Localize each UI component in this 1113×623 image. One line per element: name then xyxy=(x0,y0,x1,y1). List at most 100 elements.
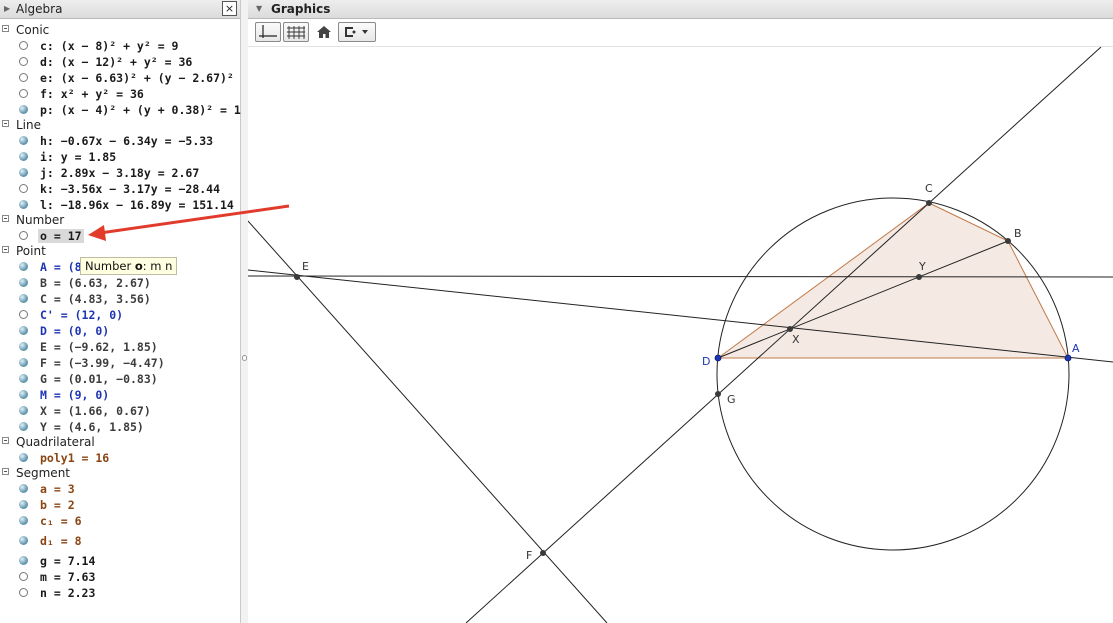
object-definition[interactable]: c₁ = 6 xyxy=(40,514,82,528)
object-definition[interactable]: E = (−9.62, 1.85) xyxy=(40,340,158,354)
object-definition[interactable]: p: (x − 4)² + (y + 0.38)² = 16.14 xyxy=(40,103,268,117)
object-definition[interactable]: G = (0.01, −0.83) xyxy=(40,372,158,386)
object-definition[interactable]: F = (−3.99, −4.47) xyxy=(40,356,165,370)
conic-item-e[interactable]: e: (x − 6.63)² + (y − 2.67)² = 4 xyxy=(0,70,262,86)
visibility-toggle-icon[interactable] xyxy=(19,168,28,177)
point-C[interactable] xyxy=(926,200,932,206)
graphics-view[interactable]: A B C D E F G X Y ▼ Graphics xyxy=(248,0,1113,623)
segment-item-g[interactable]: g = 7.14 xyxy=(0,553,240,569)
point-A[interactable] xyxy=(1064,354,1072,362)
visibility-toggle-icon[interactable] xyxy=(19,484,28,493)
point-item-E[interactable]: E = (−9.62, 1.85) xyxy=(0,339,240,355)
visibility-toggle-icon[interactable] xyxy=(19,41,28,50)
object-definition[interactable]: l: −18.96x − 16.89y = 151.14 xyxy=(40,198,234,212)
segment-item-b[interactable]: b = 2 xyxy=(0,497,240,513)
number-item-o[interactable]: o = 17 xyxy=(0,228,240,244)
conic-item-d[interactable]: d: (x − 12)² + y² = 36 xyxy=(0,54,240,70)
object-definition[interactable]: C = (4.83, 3.56) xyxy=(40,292,151,306)
visibility-toggle-icon[interactable] xyxy=(19,152,28,161)
collapse-minus-icon[interactable] xyxy=(2,25,9,32)
line-l[interactable] xyxy=(248,220,608,623)
collapse-minus-icon[interactable] xyxy=(2,246,9,253)
object-definition[interactable]: poly1 = 16 xyxy=(40,451,109,465)
visibility-toggle-icon[interactable] xyxy=(19,184,28,193)
object-definition[interactable]: D = (0, 0) xyxy=(40,324,109,338)
visibility-toggle-icon[interactable] xyxy=(19,105,28,114)
point-item-G[interactable]: G = (0.01, −0.83) xyxy=(0,371,240,387)
visibility-toggle-icon[interactable] xyxy=(19,57,28,66)
object-definition[interactable]: h: −0.67x − 6.34y = −5.33 xyxy=(40,134,213,148)
object-definition[interactable]: B = (6.63, 2.67) xyxy=(40,276,151,290)
visibility-toggle-icon[interactable] xyxy=(19,422,28,431)
point-Y[interactable] xyxy=(916,274,922,280)
visibility-toggle-icon[interactable] xyxy=(19,278,28,287)
visibility-toggle-icon[interactable] xyxy=(19,89,28,98)
object-definition[interactable]: f: x² + y² = 36 xyxy=(40,87,144,101)
point-X[interactable] xyxy=(787,326,793,332)
visibility-toggle-icon[interactable] xyxy=(19,374,28,383)
object-definition[interactable]: d: (x − 12)² + y² = 36 xyxy=(40,55,192,69)
graphics-canvas[interactable]: A B C D E F G X Y xyxy=(248,0,1113,623)
toggle-grid-button[interactable] xyxy=(283,22,309,42)
segment-item-m[interactable]: m = 7.63 xyxy=(0,569,240,585)
collapse-minus-icon[interactable] xyxy=(2,215,9,222)
line-item-h[interactable]: h: −0.67x − 6.34y = −5.33 xyxy=(0,133,240,149)
segment-item-n[interactable]: n = 2.23 xyxy=(0,585,240,601)
visibility-toggle-icon[interactable] xyxy=(19,453,28,462)
object-definition[interactable]: d₁ = 8 xyxy=(40,534,82,548)
point-E[interactable] xyxy=(294,274,300,280)
conic-item-f[interactable]: f: x² + y² = 36 xyxy=(0,86,240,102)
collapse-minus-icon[interactable] xyxy=(2,437,9,444)
collapse-minus-icon[interactable] xyxy=(2,468,9,475)
point-F[interactable] xyxy=(540,550,546,556)
splitter-grip-icon[interactable] xyxy=(242,355,247,361)
object-definition[interactable]: n = 2.23 xyxy=(40,586,95,600)
object-definition[interactable]: i: y = 1.85 xyxy=(40,150,116,164)
visibility-toggle-icon[interactable] xyxy=(19,136,28,145)
object-definition[interactable]: o = 17 xyxy=(38,229,84,243)
line-item-i[interactable]: i: y = 1.85 xyxy=(0,149,240,165)
visibility-toggle-icon[interactable] xyxy=(19,500,28,509)
visibility-toggle-icon[interactable] xyxy=(19,200,28,209)
point-G[interactable] xyxy=(715,391,721,397)
point-B[interactable] xyxy=(1005,238,1011,244)
visibility-toggle-icon[interactable] xyxy=(19,358,28,367)
object-definition[interactable]: Y = (4.6, 1.85) xyxy=(40,420,144,434)
visibility-toggle-icon[interactable] xyxy=(19,231,28,240)
object-definition[interactable]: j: 2.89x − 3.18y = 2.67 xyxy=(40,166,199,180)
visibility-toggle-icon[interactable] xyxy=(19,262,28,271)
point-item-X[interactable]: X = (1.66, 0.67) xyxy=(0,403,240,419)
object-definition[interactable]: b = 2 xyxy=(40,498,75,512)
object-definition[interactable]: C' = (12, 0) xyxy=(40,308,123,322)
point-item-F[interactable]: F = (−3.99, −4.47) xyxy=(0,355,240,371)
visibility-toggle-icon[interactable] xyxy=(19,406,28,415)
collapse-triangle-icon[interactable]: ▼ xyxy=(256,4,262,13)
visibility-toggle-icon[interactable] xyxy=(19,516,28,525)
object-definition[interactable]: e: (x − 6.63)² + (y − 2.67)² = 4 xyxy=(40,71,262,85)
point-item-D[interactable]: D = (0, 0) xyxy=(0,323,240,339)
point-item-M[interactable]: M = (9, 0) xyxy=(0,387,240,403)
object-definition[interactable]: g = 7.14 xyxy=(40,554,95,568)
toggle-axes-button[interactable] xyxy=(255,22,281,42)
visibility-toggle-icon[interactable] xyxy=(19,294,28,303)
point-D[interactable] xyxy=(714,354,722,362)
point-item-Y[interactable]: Y = (4.6, 1.85) xyxy=(0,419,240,435)
home-icon[interactable] xyxy=(316,24,332,40)
point-item-C-prime[interactable]: C' = (12, 0) xyxy=(0,307,240,323)
visibility-toggle-icon[interactable] xyxy=(19,536,28,545)
segment-item-a[interactable]: a = 3 xyxy=(0,481,240,497)
object-definition[interactable]: M = (9, 0) xyxy=(40,388,109,402)
panel-splitter[interactable] xyxy=(241,0,248,623)
visibility-toggle-icon[interactable] xyxy=(19,342,28,351)
line-item-k[interactable]: k: −3.56x − 3.17y = −28.44 xyxy=(0,181,240,197)
visibility-toggle-icon[interactable] xyxy=(19,310,28,319)
object-definition[interactable]: m = 7.63 xyxy=(40,570,95,584)
object-definition[interactable]: X = (1.66, 0.67) xyxy=(40,404,151,418)
object-definition[interactable]: k: −3.56x − 3.17y = −28.44 xyxy=(40,182,220,196)
point-capture-dropdown[interactable] xyxy=(338,22,376,42)
close-algebra-button[interactable]: × xyxy=(222,1,237,16)
visibility-toggle-icon[interactable] xyxy=(19,73,28,82)
conic-item-c[interactable]: c: (x − 8)² + y² = 9 xyxy=(0,38,240,54)
quadrilateral-item-poly1[interactable]: poly1 = 16 xyxy=(0,450,240,466)
segment-item-d1[interactable]: d₁ = 8 xyxy=(0,533,240,549)
